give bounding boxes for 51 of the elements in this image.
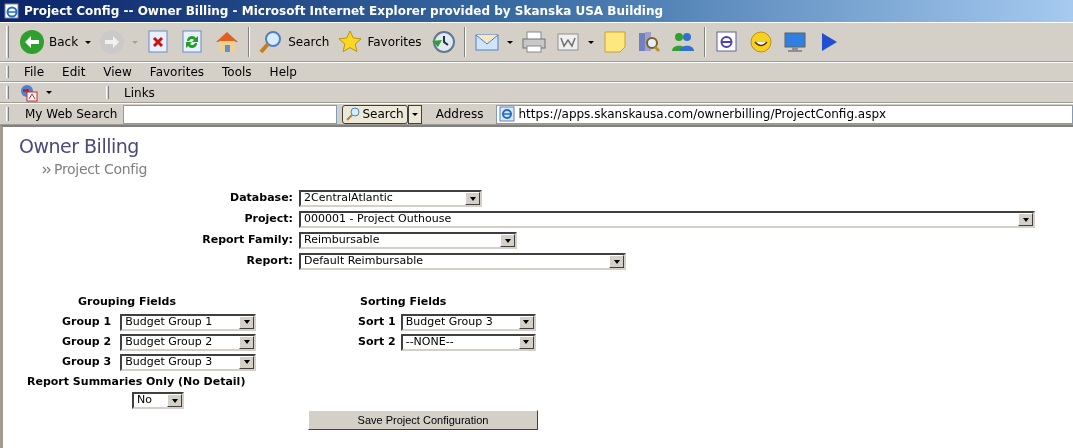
window-title: Project Config -- Owner Billing - Microsoft Internet Explorer provided by Skanska USA Building [24, 3, 664, 20]
dropdown-field[interactable]: Budget Group 3 [400, 313, 536, 331]
menu-item[interactable]: Help [260, 63, 306, 81]
dropdown-field[interactable]: Budget Group 3 [120, 353, 257, 371]
field-label: Group 3 [62, 353, 112, 370]
dropdown-field[interactable]: 000001 - Project Outhouse [299, 211, 1035, 228]
toolbar-button[interactable]: Favorites [333, 23, 426, 61]
section-heading: Sorting Fields [359, 294, 448, 310]
chevron-icon [42, 165, 52, 175]
browser-icon [713, 29, 740, 55]
toolbar-button[interactable]: Back [15, 23, 96, 61]
field-label: Report: [245, 253, 293, 270]
star-icon [337, 29, 364, 55]
dropdown-field[interactable]: --NONE-- [400, 333, 536, 351]
dropdown-field[interactable]: Budget Group 1 [120, 313, 257, 331]
links-label[interactable]: Links [115, 83, 164, 102]
menu-item[interactable]: File [15, 63, 54, 81]
search-field[interactable] [123, 104, 338, 124]
field-label: Sort 1 [358, 313, 396, 330]
browser-icon [4, 3, 20, 19]
section-heading: Grouping Fields [77, 294, 177, 310]
field-label: Report Summaries Only (No Detail) [27, 373, 247, 390]
page-heading: Owner Billing [18, 134, 140, 156]
dropdown-field[interactable]: Default Reimbursable [299, 253, 626, 270]
search-label: My Web Search [25, 106, 118, 123]
field-label: Group 1 [62, 313, 112, 330]
save-button[interactable]: Save Project Configuration [308, 410, 538, 430]
search-button[interactable]: Search [342, 104, 408, 124]
field-label: Sort 2 [358, 333, 396, 350]
dropdown-field[interactable]: No [132, 392, 184, 409]
monitor-icon [781, 29, 808, 55]
menu-item[interactable]: Edit [53, 63, 95, 81]
dropdown-field[interactable]: Reimbursable [299, 232, 517, 249]
toolbar-button[interactable]: Search [254, 23, 334, 61]
smiley-icon [747, 29, 774, 55]
field-label: Project: [243, 211, 293, 228]
field-label: Database: [229, 190, 293, 207]
search-icon [346, 107, 361, 121]
printer-icon [520, 29, 547, 55]
address-field[interactable]: https://apps.skanskausa.com/ownerbilling/ProjectConfig.aspx [495, 104, 1073, 124]
dropdown-field[interactable]: 2CentralAtlantic [299, 190, 482, 207]
browser-icon [498, 106, 515, 122]
menu-item[interactable]: Tools [213, 63, 261, 81]
address-label: Address [435, 106, 484, 123]
field-label: Group 2 [62, 333, 112, 350]
page-subheading: Project Config [54, 161, 148, 177]
menu-item[interactable]: View [94, 63, 141, 81]
dropdown-field[interactable]: Budget Group 2 [120, 333, 257, 351]
note-icon [601, 29, 628, 55]
field-label: Report Family: [201, 232, 293, 249]
menu-item[interactable]: Favorites [140, 63, 214, 81]
